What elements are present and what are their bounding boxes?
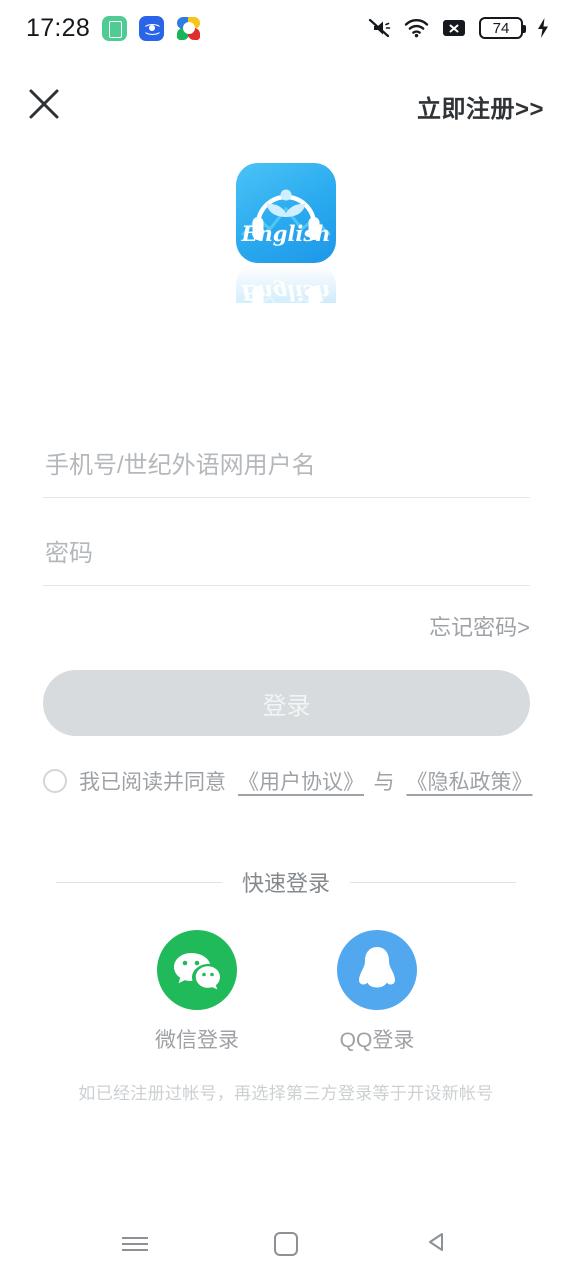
wechat-login-label: 微信登录 bbox=[155, 1029, 239, 1052]
account-input[interactable] bbox=[43, 451, 530, 486]
android-nav-bar bbox=[0, 1208, 572, 1280]
divider-line-left bbox=[56, 881, 222, 883]
agreement-prefix-label: 我已阅读并同意 bbox=[79, 771, 226, 794]
wechat-login-button[interactable]: 微信登录 bbox=[155, 930, 239, 1054]
home-button[interactable] bbox=[251, 1214, 321, 1274]
close-icon bbox=[27, 87, 61, 126]
agreement-conjunction-label: 与 bbox=[373, 771, 395, 794]
agreement-row: 我已阅读并同意 《用户协议》 与 《隐私政策》 bbox=[43, 766, 533, 796]
status-bar-clock: 17:28 bbox=[26, 13, 91, 42]
login-form: 忘记密码> 登录 我已阅读并同意 《用户协议》 与 《隐私政策》 bbox=[43, 440, 533, 796]
account-field-row bbox=[43, 440, 530, 498]
recents-icon bbox=[122, 1233, 149, 1255]
app-logo-container: English English bbox=[0, 163, 572, 303]
status-bar: 17:28 74 bbox=[0, 0, 572, 56]
home-icon bbox=[273, 1232, 298, 1256]
close-button[interactable] bbox=[22, 84, 66, 128]
status-bar-left: 17:28 bbox=[26, 13, 202, 43]
svg-text:English: English bbox=[240, 280, 330, 303]
privacy-policy-link[interactable]: 《隐私政策》 bbox=[407, 766, 533, 796]
back-button[interactable] bbox=[402, 1214, 472, 1274]
qq-login-button[interactable]: QQ登录 bbox=[337, 930, 417, 1054]
mute-icon bbox=[367, 17, 391, 39]
app-logo: English bbox=[236, 163, 336, 263]
quick-login-label: 快速登录 bbox=[242, 871, 331, 896]
login-button[interactable]: 登录 bbox=[43, 670, 530, 736]
third-party-login-note: 如已经注册过帐号，再选择第三方登录等于开设新帐号 bbox=[78, 1084, 494, 1103]
password-input[interactable] bbox=[43, 539, 530, 574]
agreement-checkbox[interactable] bbox=[43, 769, 67, 793]
colorful-app-icon bbox=[176, 15, 202, 41]
status-bar-right: 74 bbox=[367, 17, 550, 39]
battery-level: 74 bbox=[492, 19, 510, 37]
app-logo-reflection: English bbox=[236, 263, 336, 303]
checklist-app-icon bbox=[102, 15, 128, 41]
divider-line-right bbox=[350, 881, 517, 883]
forgot-password-row: 忘记密码> bbox=[43, 610, 530, 642]
back-icon bbox=[425, 1230, 449, 1259]
qq-login-label: QQ登录 bbox=[339, 1029, 415, 1052]
user-agreement-link[interactable]: 《用户协议》 bbox=[238, 766, 364, 796]
password-field-row bbox=[43, 528, 530, 586]
no-sim-icon bbox=[442, 17, 466, 39]
top-nav: 立即注册>> bbox=[0, 78, 572, 134]
wechat-icon bbox=[157, 930, 237, 1010]
svg-text:English: English bbox=[240, 221, 330, 246]
register-now-link[interactable]: 立即注册>> bbox=[417, 89, 544, 124]
forgot-password-link[interactable]: 忘记密码> bbox=[429, 610, 530, 642]
wifi-icon bbox=[404, 18, 429, 38]
login-screen: 17:28 74 立即注册>> English English 手机号/世纪外语… bbox=[0, 0, 572, 1280]
broadcast-app-icon bbox=[139, 15, 165, 41]
recents-button[interactable] bbox=[100, 1214, 170, 1274]
quick-login-divider: 快速登录 bbox=[56, 866, 517, 898]
qq-icon bbox=[337, 930, 417, 1010]
charging-bolt-icon bbox=[536, 17, 550, 39]
social-login-row: 微信登录 QQ登录 bbox=[0, 930, 572, 1054]
battery-icon: 74 bbox=[479, 17, 526, 39]
